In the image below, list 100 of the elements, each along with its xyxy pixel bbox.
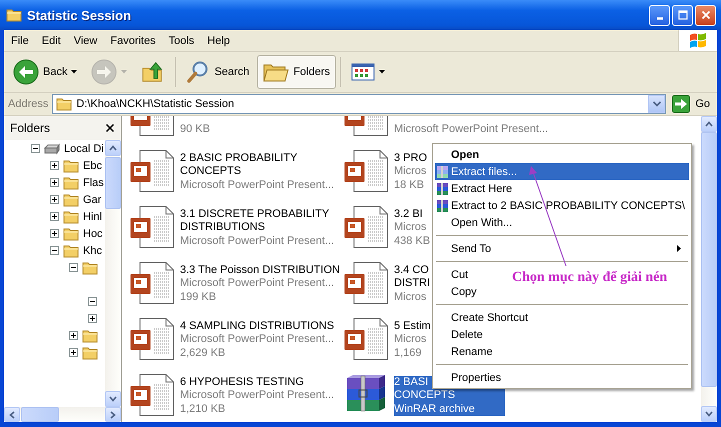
address-field[interactable]: D:\Khoa\NCKH\Statistic Session <box>52 94 666 114</box>
search-icon <box>186 60 210 84</box>
presentation-file-icon <box>344 318 388 360</box>
file-name: DISTRI <box>394 277 430 290</box>
plus-box-icon[interactable] <box>50 229 59 238</box>
file-name: CONCEPTS <box>394 389 505 402</box>
pane-title: Folders <box>10 121 50 135</box>
file-name: 3.4 CO <box>394 264 429 277</box>
file-detail: 1,169 <box>394 346 422 360</box>
scrollbar-thumb[interactable] <box>21 407 59 422</box>
scroll-right-button[interactable] <box>105 407 121 422</box>
scrollbar-thumb[interactable] <box>105 157 121 209</box>
menu-item[interactable]: Tools <box>162 32 200 48</box>
presentation-file-icon <box>130 374 174 416</box>
dropdown-button[interactable] <box>648 95 666 113</box>
menu-item[interactable]: Create Shortcut <box>435 309 689 326</box>
minus-box-icon[interactable] <box>69 263 78 272</box>
tree-item[interactable]: Hoc <box>83 228 103 240</box>
tree-item[interactable]: Hinl <box>83 210 102 222</box>
file-detail: Microsoft PowerPoint Present... <box>180 234 334 248</box>
file-detail: Microsoft PowerPoint Present... <box>394 122 548 136</box>
presentation-file-icon <box>344 206 388 248</box>
menu-item[interactable]: Extract to 2 BASIC PROBABILITY CONCEPTS\ <box>435 197 689 214</box>
close-icon <box>700 10 710 20</box>
minus-box-icon[interactable] <box>88 297 97 306</box>
menu-item[interactable]: Extract Here <box>435 180 689 197</box>
plus-box-icon[interactable] <box>50 212 59 221</box>
file-name: 3.1 DISCRETE PROBABILITY <box>180 208 330 221</box>
file-detail: 18 KB <box>394 178 424 192</box>
chevron-up-icon <box>109 145 117 151</box>
folder-icon <box>63 192 79 206</box>
chevron-down-icon <box>109 396 117 402</box>
file-name: 6 HYPOHESIS TESTING <box>180 376 304 389</box>
menu-item[interactable]: Delete <box>435 326 689 343</box>
chevron-left-icon <box>9 410 15 418</box>
file-detail: Micros <box>394 165 426 178</box>
plus-box-icon[interactable] <box>69 331 78 340</box>
scroll-down-button[interactable] <box>105 391 121 407</box>
menu-item[interactable]: Send To <box>435 240 689 257</box>
archive-books-icon <box>436 182 450 196</box>
plus-box-icon[interactable] <box>50 195 59 204</box>
window-title: Statistic Session <box>27 8 132 22</box>
tree-item[interactable]: Khc <box>83 244 102 256</box>
scroll-up-button[interactable] <box>701 116 717 132</box>
scroll-up-button[interactable] <box>105 140 121 156</box>
file-detail: Microsoft PowerPoint Present... <box>180 178 334 192</box>
archive-books-icon <box>436 198 450 212</box>
file-name: DISTRIBUTIONS <box>180 221 265 234</box>
file-detail: 90 KB <box>180 122 210 136</box>
menu-item[interactable]: File <box>4 32 35 48</box>
go-button[interactable]: Go <box>670 95 714 113</box>
file-name: 5 Estim <box>394 320 431 333</box>
menu-item[interactable]: View <box>66 32 104 48</box>
scrollbar-thumb[interactable] <box>701 132 717 387</box>
minus-box-icon[interactable] <box>31 144 40 153</box>
caret-icon <box>71 70 78 74</box>
folder-icon <box>6 8 22 22</box>
tree-item[interactable]: Local Di <box>64 142 104 154</box>
tree-item[interactable]: Ebc <box>83 160 102 172</box>
file-detail: 199 KB <box>180 290 216 304</box>
minimize-icon <box>656 16 662 20</box>
menu-item[interactable]: Favorites <box>103 32 162 48</box>
menu-item[interactable]: Help <box>200 32 236 48</box>
hard-drive-icon <box>44 142 60 156</box>
folder-icon <box>82 260 98 274</box>
maximize-button[interactable] <box>672 4 693 26</box>
folders-button[interactable]: Folders <box>257 55 336 89</box>
back-button[interactable]: Back <box>7 55 84 89</box>
menu-item[interactable]: Rename <box>435 343 689 360</box>
file-name: 3.2 BI <box>394 208 423 221</box>
plus-box-icon[interactable] <box>50 161 59 170</box>
plus-box-icon[interactable] <box>88 314 97 323</box>
scroll-left-button[interactable] <box>4 407 20 422</box>
file-detail: 2,629 KB <box>180 346 226 360</box>
scroll-down-button[interactable] <box>701 406 717 422</box>
folder-icon <box>56 97 72 111</box>
plus-box-icon[interactable] <box>69 348 78 357</box>
chevron-up-icon <box>705 121 713 127</box>
search-button[interactable]: Search <box>180 55 256 89</box>
tree-item[interactable]: Flas <box>83 176 104 188</box>
menu-item[interactable]: Copy <box>435 283 689 300</box>
close-button[interactable] <box>695 4 716 26</box>
file-name: CONCEPTS <box>180 165 242 178</box>
annotation-note: Chọn mục này để giải nén <box>512 270 668 286</box>
file-name: 3.3 The Poisson DISTRIBUTION <box>180 264 340 277</box>
menu-item[interactable]: Extract files... <box>435 163 689 180</box>
plus-box-icon[interactable] <box>50 178 59 187</box>
menu-item[interactable]: Edit <box>34 32 67 48</box>
minimize-button[interactable] <box>649 4 670 26</box>
file-name: 2 BASIC PROBABILITY <box>180 152 298 165</box>
menu-item[interactable]: Open <box>435 146 689 163</box>
tree-item[interactable]: Gar <box>83 194 102 206</box>
close-icon[interactable] <box>106 124 114 132</box>
vertical-scrollbar[interactable] <box>105 140 121 407</box>
vertical-scrollbar[interactable] <box>701 116 717 422</box>
menu-item[interactable]: Open With... <box>435 214 689 231</box>
horizontal-scrollbar[interactable] <box>4 407 121 422</box>
minus-box-icon[interactable] <box>50 246 59 255</box>
folder-icon <box>63 210 79 224</box>
presentation-file-icon <box>130 206 174 248</box>
